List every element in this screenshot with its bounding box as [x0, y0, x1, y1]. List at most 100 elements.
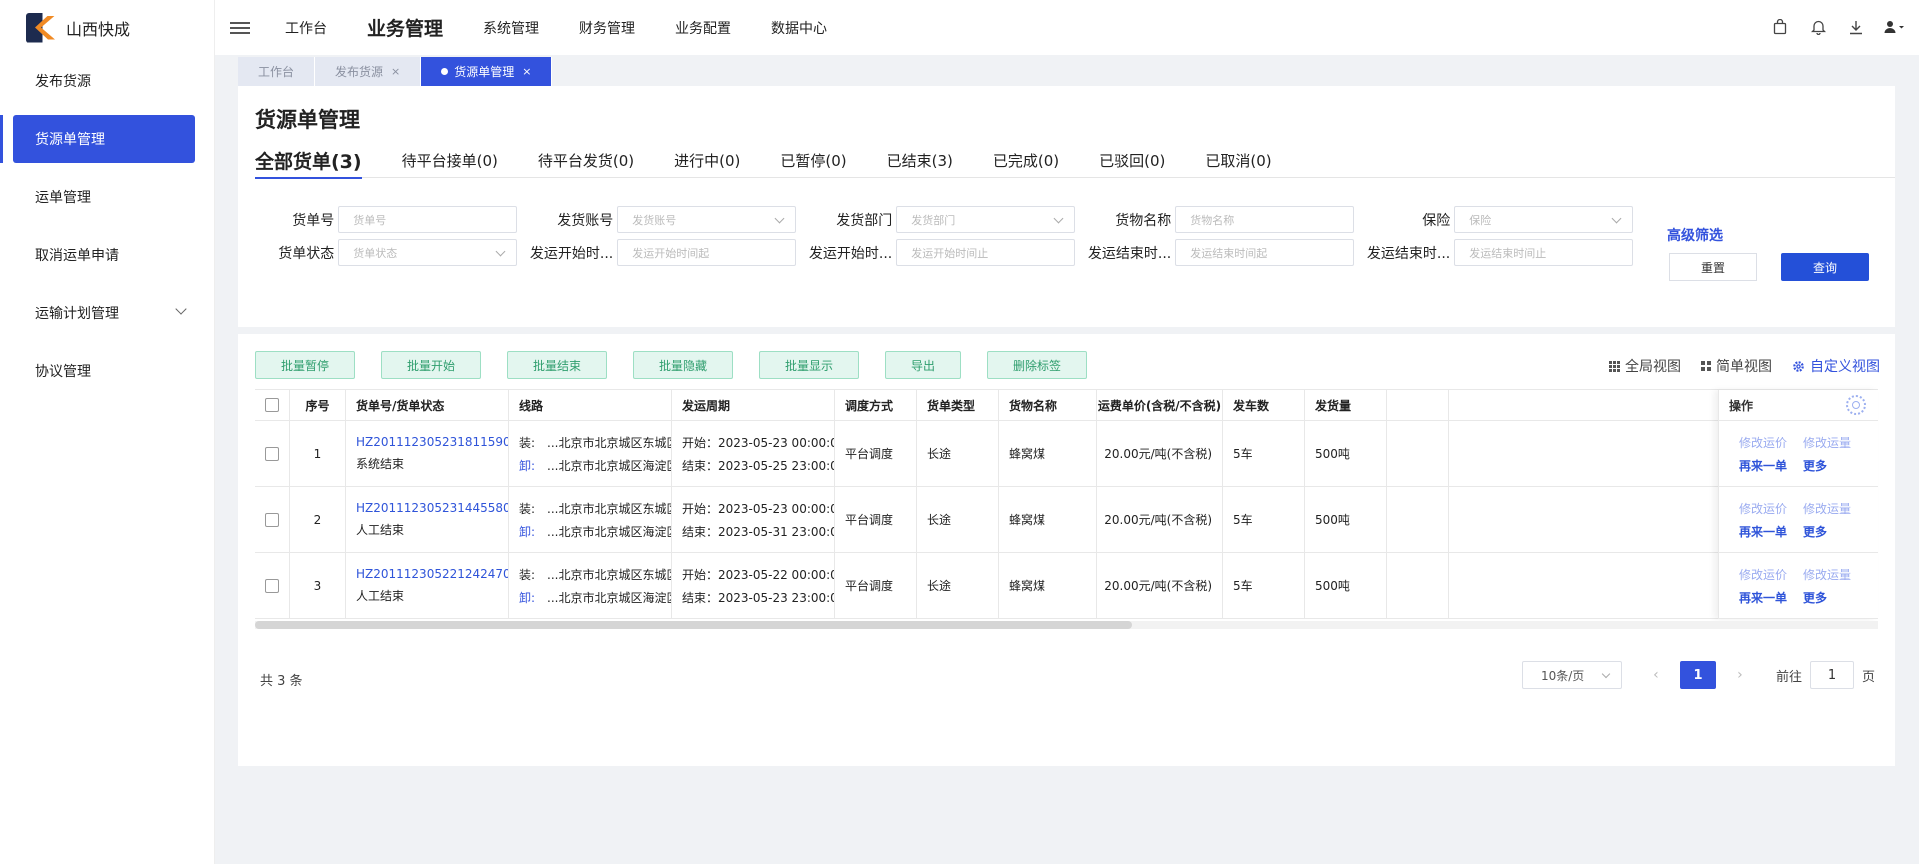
status-tab-pending-ship[interactable]: 待平台发货(0)	[538, 142, 634, 178]
brand[interactable]: 山西快成	[0, 0, 214, 55]
status-tab-pending-accept[interactable]: 待平台接单(0)	[402, 142, 498, 178]
edit-price-link[interactable]: 修改运价	[1739, 500, 1787, 517]
status-tab-completed[interactable]: 已完成(0)	[993, 142, 1059, 178]
more-link[interactable]: 更多	[1803, 589, 1827, 606]
order-cell: HZ20111230523144558001 人工结束	[346, 487, 509, 552]
ship-account-select[interactable]: 发货账号	[617, 206, 796, 233]
load-key: 装:	[519, 501, 536, 516]
edit-qty-link[interactable]: 修改运量	[1803, 434, 1851, 451]
tab-workbench[interactable]: 工作台	[238, 57, 316, 86]
table-scrollbar[interactable]	[255, 621, 1878, 629]
more-link[interactable]: 更多	[1803, 523, 1827, 540]
nav-system[interactable]: 系统管理	[483, 18, 539, 38]
order-id-link[interactable]: HZ20111230523181159001	[356, 435, 508, 449]
export-button[interactable]: 导出	[885, 351, 961, 379]
insurance-select[interactable]: 保险	[1454, 206, 1633, 233]
ship-dept-select[interactable]: 发货部门	[896, 206, 1075, 233]
tab-label: 发布货源	[335, 65, 384, 79]
query-button[interactable]: 查询	[1781, 253, 1869, 281]
ship-start-to-input[interactable]: 发运开始时间止	[896, 239, 1075, 266]
header-cell: 发货量	[1305, 390, 1387, 420]
more-link[interactable]: 更多	[1803, 457, 1827, 474]
order-id-link[interactable]: HZ20111230523144558001	[356, 501, 508, 515]
operations-column: 操作 修改运价 修改运量 再来一单 更多 修改运价 修改运量 再来一单 更多 修改运价修…	[1718, 390, 1878, 619]
sidebar-item-agreement[interactable]: 协议管理	[13, 347, 195, 395]
ship-end-from-input[interactable]: 发运结束时间起	[1175, 239, 1354, 266]
reset-button[interactable]: 重置	[1669, 253, 1757, 281]
download-icon[interactable]	[1846, 17, 1866, 37]
sidebar-item-publish[interactable]: 发布货源	[13, 57, 195, 105]
main-card: 货源单管理 全部货单(3) 待平台接单(0) 待平台发货(0) 进行中(0) 已…	[238, 86, 1895, 766]
sidebar-item-cargo-orders[interactable]: 货源单管理	[0, 115, 195, 163]
batch-pause-button[interactable]: 批量暂停	[255, 351, 355, 379]
load-key: 装:	[519, 567, 536, 582]
edit-qty-link[interactable]: 修改运量	[1803, 566, 1851, 583]
tab-label: 货源单管理	[454, 65, 515, 79]
scrollbar-thumb[interactable]	[255, 621, 1132, 629]
next-page-button[interactable]: ›	[1730, 667, 1750, 683]
goods-name-input[interactable]: 货物名称	[1175, 206, 1354, 233]
global-view-button[interactable]: 全局视图	[1609, 356, 1681, 376]
ship-start-from-input[interactable]: 发运开始时间起	[617, 239, 796, 266]
current-page-button[interactable]: 1	[1679, 661, 1716, 689]
edit-qty-link[interactable]: 修改运量	[1803, 500, 1851, 517]
sidebar-item-cancel-request[interactable]: 取消运单申请	[13, 231, 195, 279]
reorder-link[interactable]: 再来一单	[1739, 523, 1787, 540]
header-cell: 货单类型	[917, 390, 999, 420]
header-cell: 货物名称	[999, 390, 1097, 420]
status-tab-paused[interactable]: 已暂停(0)	[780, 142, 846, 178]
reorder-link[interactable]: 再来一单	[1739, 589, 1787, 606]
gear-icon[interactable]	[1846, 395, 1866, 415]
batch-start-button[interactable]: 批量开始	[381, 351, 481, 379]
edit-price-link[interactable]: 修改运价	[1739, 566, 1787, 583]
select-all-checkbox[interactable]	[265, 398, 279, 412]
bag-icon[interactable]	[1770, 17, 1790, 37]
row-checkbox[interactable]	[265, 446, 279, 461]
sidebar-item-transport-plan[interactable]: 运输计划管理	[13, 289, 195, 337]
status-tab-all[interactable]: 全部货单(3)	[255, 142, 362, 179]
nav-config[interactable]: 业务配置	[675, 18, 731, 38]
order-no-input[interactable]: 货单号	[338, 206, 517, 233]
order-status-select[interactable]: 货单状态	[338, 239, 517, 266]
sidebar-item-waybill[interactable]: 运单管理	[13, 173, 195, 221]
load-line: 装: ...北京市北京城区东城区...	[519, 500, 671, 517]
reorder-link[interactable]: 再来一单	[1739, 457, 1787, 474]
row-checkbox[interactable]	[265, 578, 279, 593]
menu-icon[interactable]	[230, 19, 250, 37]
batch-actions: 批量暂停 批量开始 批量结束 批量隐藏 批量显示 导出 删除标签	[255, 351, 1113, 379]
load-address: ...北京市北京城区东城区...	[547, 435, 671, 450]
nav-workbench[interactable]: 工作台	[285, 18, 327, 38]
close-icon[interactable]: ×	[522, 65, 531, 78]
ship-end-to-input[interactable]: 发运结束时间止	[1454, 239, 1633, 266]
status-tab-rejected[interactable]: 已驳回(0)	[1099, 142, 1165, 178]
goto-page-input[interactable]: 1	[1809, 661, 1854, 689]
delete-tag-button[interactable]: 删除标签	[987, 351, 1087, 379]
prev-page-button[interactable]: ‹	[1646, 667, 1666, 683]
period-end: 结束：2023-05-31 23:00:00	[682, 524, 835, 539]
close-icon[interactable]: ×	[391, 65, 400, 78]
order-id-link[interactable]: HZ20111230522124247001	[356, 567, 508, 581]
dispatch-cell: 平台调度	[835, 487, 917, 552]
advanced-filter-link[interactable]: 高级筛选	[1667, 225, 1723, 245]
status-tab-ended[interactable]: 已结束(3)	[887, 142, 953, 178]
header-checkbox-cell	[255, 390, 290, 420]
nav-business[interactable]: 业务管理	[367, 14, 443, 41]
tab-publish[interactable]: 发布货源 ×	[315, 57, 422, 86]
edit-price-link[interactable]: 修改运价	[1739, 434, 1787, 451]
nav-data-center[interactable]: 数据中心	[771, 18, 827, 38]
header-cell: 发运周期	[672, 390, 835, 420]
batch-show-button[interactable]: 批量显示	[759, 351, 859, 379]
simple-view-button[interactable]: 简单视图	[1701, 356, 1772, 376]
custom-view-button[interactable]: 自定义视图	[1792, 356, 1880, 376]
tab-cargo-orders[interactable]: 货源单管理 ×	[421, 57, 553, 86]
row-checkbox[interactable]	[265, 512, 279, 527]
status-tab-in-progress[interactable]: 进行中(0)	[674, 142, 740, 178]
nav-finance[interactable]: 财务管理	[579, 18, 635, 38]
status-tab-cancelled[interactable]: 已取消(0)	[1205, 142, 1271, 178]
batch-hide-button[interactable]: 批量隐藏	[633, 351, 733, 379]
user-icon[interactable]	[1884, 17, 1904, 37]
batch-end-button[interactable]: 批量结束	[507, 351, 607, 379]
checkbox-cell	[255, 487, 290, 552]
page-size-select[interactable]: 10条/页	[1521, 661, 1622, 689]
bell-icon[interactable]	[1808, 17, 1828, 37]
